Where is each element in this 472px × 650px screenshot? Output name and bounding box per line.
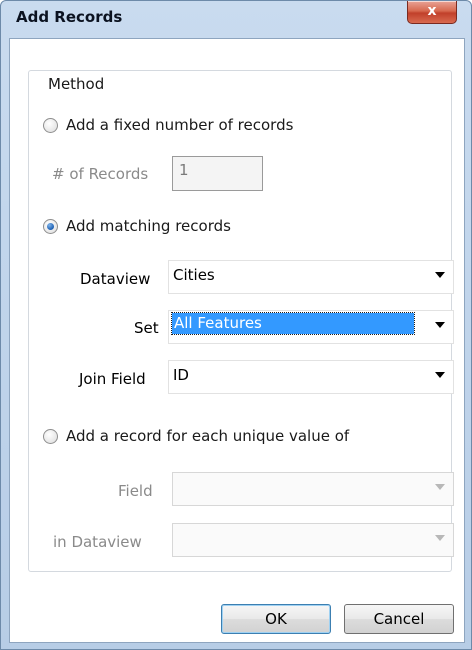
option-matching-records[interactable]: Add matching records [43, 217, 231, 235]
chevron-down-icon [435, 372, 445, 378]
option-fixed-number-label: Add a fixed number of records [66, 116, 294, 134]
ok-button[interactable]: OK [221, 604, 331, 634]
set-select[interactable]: All Features [168, 310, 454, 344]
in-dataview-label: in Dataview [53, 533, 142, 551]
join-field-label: Join Field [79, 370, 146, 388]
window-title: Add Records [16, 8, 123, 26]
chevron-down-icon [435, 322, 445, 328]
option-matching-records-label: Add matching records [66, 217, 231, 235]
option-unique-values[interactable]: Add a record for each unique value of [43, 427, 349, 445]
set-label: Set [134, 319, 159, 337]
cancel-button[interactable]: Cancel [344, 604, 454, 634]
chevron-down-icon [435, 484, 445, 490]
join-field-value: ID [173, 366, 189, 384]
records-count-input[interactable]: 1 [172, 156, 263, 191]
dataview-value: Cities [173, 266, 215, 284]
title-bar: Add Records x [1, 1, 471, 37]
radio-fixed-number[interactable] [43, 117, 58, 133]
radio-matching-records[interactable] [43, 218, 58, 234]
join-field-select[interactable]: ID [168, 360, 454, 394]
records-count-label: # of Records [52, 165, 149, 183]
option-unique-values-label: Add a record for each unique value of [66, 427, 350, 445]
chevron-down-icon [435, 535, 445, 541]
in-dataview-select[interactable] [172, 523, 454, 557]
close-button[interactable]: x [407, 1, 457, 24]
field-select[interactable] [172, 472, 454, 506]
close-icon: x [427, 3, 437, 19]
field-label: Field [118, 482, 153, 500]
chevron-down-icon [435, 272, 445, 278]
set-value: All Features [171, 312, 415, 335]
dataview-label: Dataview [80, 270, 151, 288]
radio-unique-values[interactable] [43, 428, 58, 444]
method-legend: Method [42, 75, 111, 93]
dataview-select[interactable]: Cities [168, 260, 454, 294]
option-fixed-number[interactable]: Add a fixed number of records [43, 116, 293, 134]
